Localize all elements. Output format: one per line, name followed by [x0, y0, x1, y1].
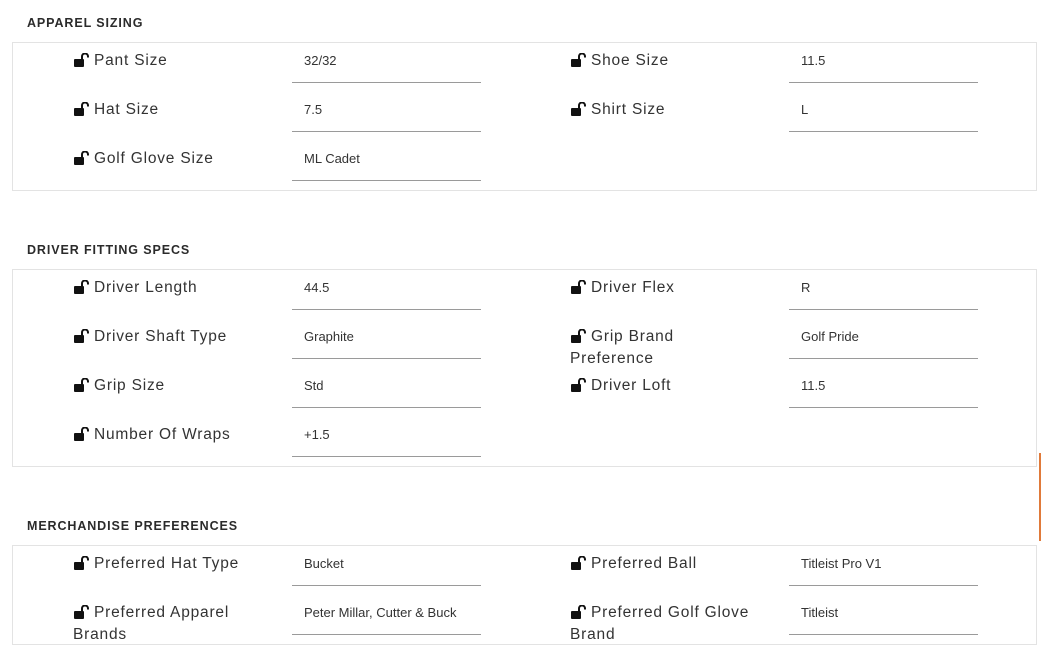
- field-label: Shoe Size: [570, 50, 770, 72]
- unlock-icon[interactable]: [570, 280, 588, 294]
- field-label: Grip Size: [73, 375, 273, 397]
- field-label: Shirt Size: [570, 99, 770, 121]
- number-of-wraps-input[interactable]: +1.5: [292, 424, 481, 457]
- pant-size-input[interactable]: 32/32: [292, 50, 481, 83]
- unlock-icon[interactable]: [73, 556, 91, 570]
- unlock-icon[interactable]: [570, 605, 588, 619]
- shirt-size-input[interactable]: L: [789, 99, 978, 132]
- field-label: Driver Length: [73, 277, 273, 299]
- grip-size-input[interactable]: Std: [292, 375, 481, 408]
- driver-flex-input[interactable]: R: [789, 277, 978, 310]
- unlock-icon[interactable]: [73, 427, 91, 441]
- unlock-icon[interactable]: [73, 53, 91, 67]
- field-label: Preferred Golf Glove Brand: [570, 604, 750, 643]
- field-label: Pant Size: [73, 50, 273, 72]
- field-label: Preferred Hat Type: [73, 553, 273, 575]
- section-title-apparel-sizing: APPAREL SIZING: [27, 16, 144, 30]
- field-label: Driver Flex: [570, 277, 770, 299]
- driver-length-input[interactable]: 44.5: [292, 277, 481, 310]
- unlock-icon[interactable]: [73, 378, 91, 392]
- unlock-icon[interactable]: [73, 605, 91, 619]
- unlock-icon[interactable]: [570, 556, 588, 570]
- driver-loft-input[interactable]: 11.5: [789, 375, 978, 408]
- section-panel-merchandise-preferences: Preferred Hat Type Bucket Preferred Ball…: [12, 545, 1037, 645]
- unlock-icon[interactable]: [570, 378, 588, 392]
- unlock-icon[interactable]: [73, 151, 91, 165]
- unlock-icon[interactable]: [570, 102, 588, 116]
- field-label: Driver Shaft Type: [73, 326, 273, 348]
- unlock-icon[interactable]: [570, 329, 588, 343]
- preferred-apparel-brands-input[interactable]: Peter Millar, Cutter & Buck: [292, 602, 481, 635]
- unlock-icon[interactable]: [73, 280, 91, 294]
- preferred-ball-input[interactable]: Titleist Pro V1: [789, 553, 978, 586]
- field-label: Grip Brand Preference: [570, 328, 674, 367]
- field-label: Driver Loft: [570, 375, 770, 397]
- field-label: Preferred Apparel Brands: [73, 604, 230, 643]
- unlock-icon[interactable]: [570, 53, 588, 67]
- grip-brand-preference-input[interactable]: Golf Pride: [789, 326, 978, 359]
- driver-shaft-type-input[interactable]: Graphite: [292, 326, 481, 359]
- field-label: Number Of Wraps: [73, 424, 273, 446]
- unlock-icon[interactable]: [73, 102, 91, 116]
- preferred-hat-type-input[interactable]: Bucket: [292, 553, 481, 586]
- hat-size-input[interactable]: 7.5: [292, 99, 481, 132]
- unlock-icon[interactable]: [73, 329, 91, 343]
- section-panel-driver-fitting-specs: Driver Length 44.5 Driver Flex R Driver …: [12, 269, 1037, 467]
- section-panel-apparel-sizing: Pant Size 32/32 Shoe Size 11.5 Hat Size …: [12, 42, 1037, 191]
- section-title-driver-fitting-specs: DRIVER FITTING SPECS: [27, 243, 191, 257]
- field-label: Hat Size: [73, 99, 273, 121]
- field-label: Preferred Ball: [570, 553, 770, 575]
- shoe-size-input[interactable]: 11.5: [789, 50, 978, 83]
- field-label: Golf Glove Size: [73, 148, 273, 170]
- preferred-golf-glove-brand-input[interactable]: Titleist: [789, 602, 978, 635]
- golf-glove-size-input[interactable]: ML Cadet: [292, 148, 481, 181]
- section-title-merchandise-preferences: MERCHANDISE PREFERENCES: [27, 519, 239, 533]
